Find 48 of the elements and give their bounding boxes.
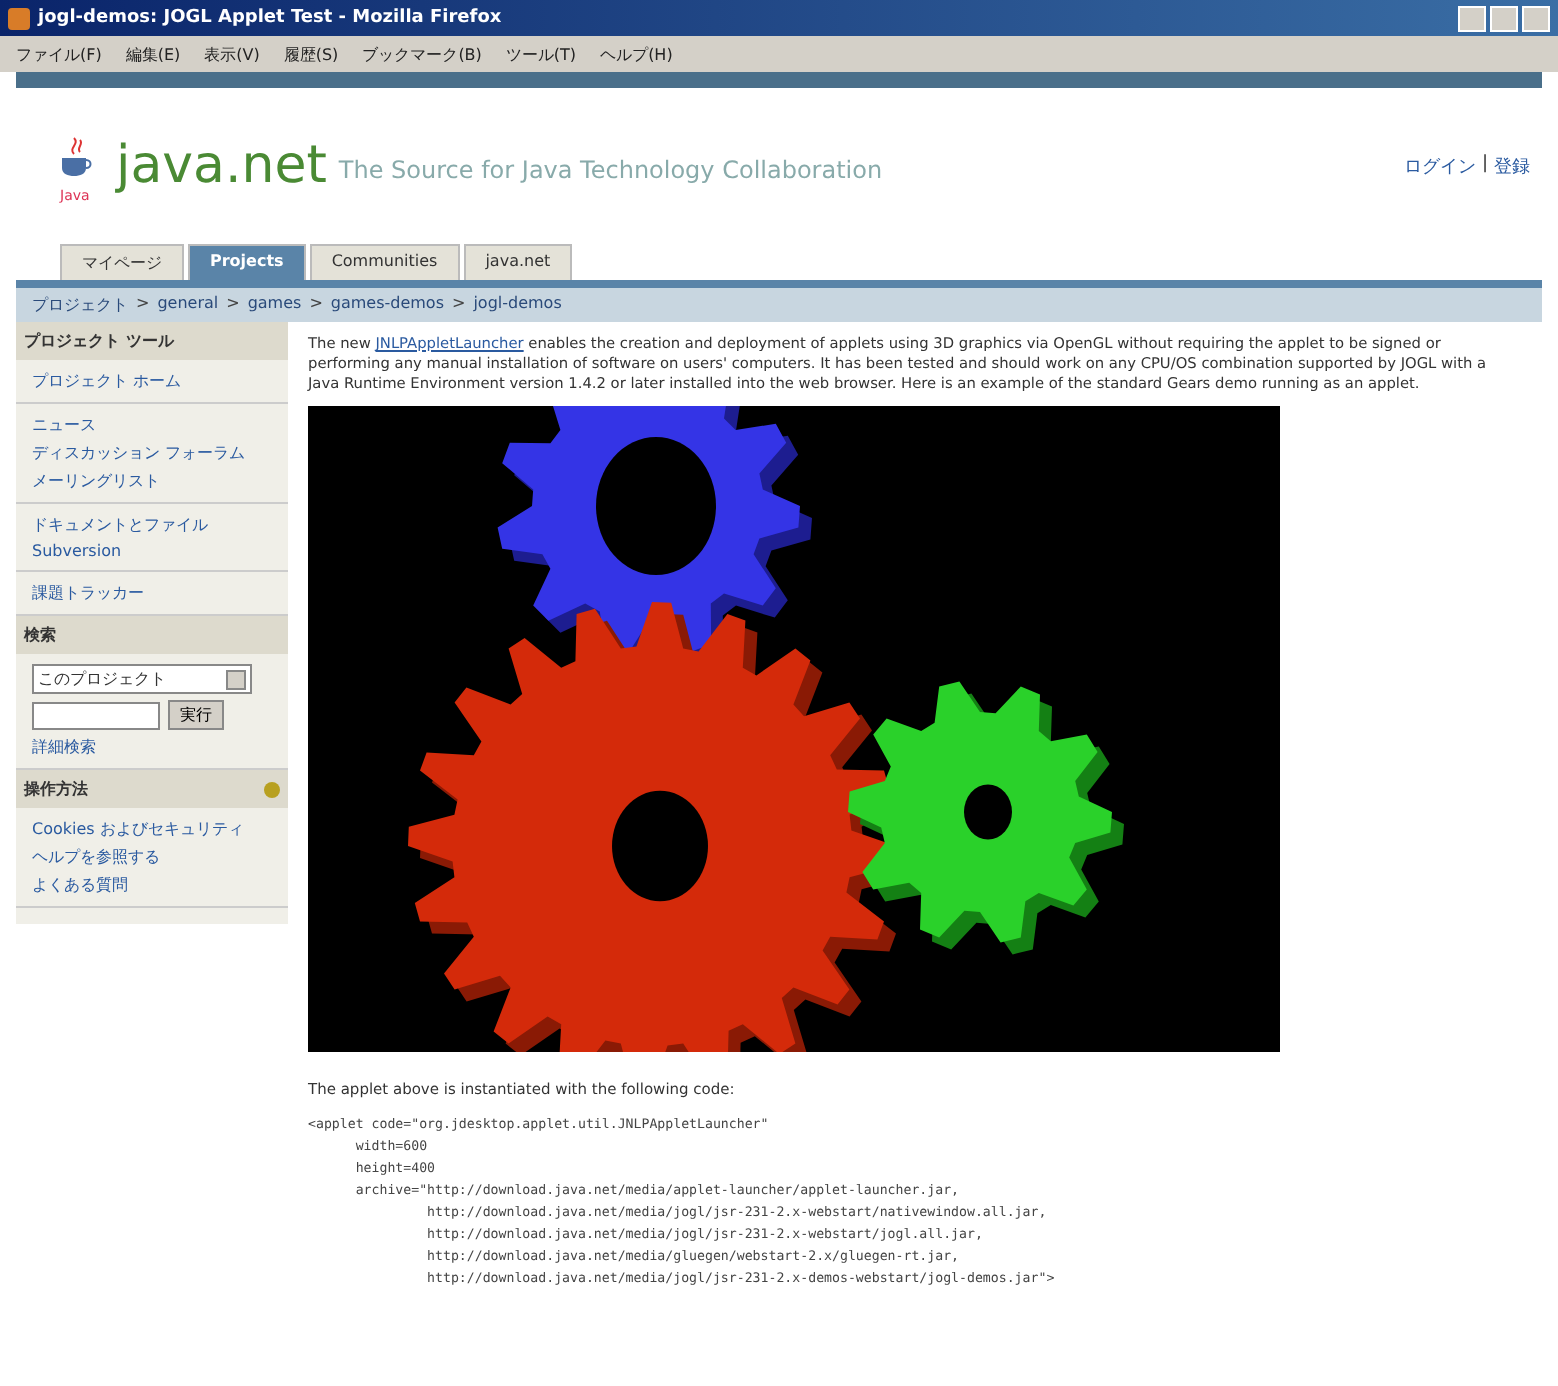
window-title: jogl-demos: JOGL Applet Test - Mozilla Firefox	[38, 8, 504, 28]
help-link[interactable]: Cookies およびセキュリティ	[32, 818, 272, 840]
tab[interactable]: Communities	[309, 244, 460, 280]
sidebar-link[interactable]: 課題トラッカー	[32, 582, 272, 604]
sidebar-link[interactable]: メーリングリスト	[32, 470, 272, 492]
header-link[interactable]: 登録	[1494, 153, 1530, 179]
breadcrumb-link[interactable]: games	[247, 294, 302, 316]
section-heading: プロジェクト ツール	[16, 322, 288, 360]
separator-text: >	[136, 294, 150, 316]
sidebar-link[interactable]: プロジェクト ホーム	[32, 370, 272, 392]
header-link[interactable]: ログイン	[1403, 153, 1476, 179]
breadcrumb-link[interactable]: jogl-demos	[473, 294, 562, 316]
separator-text: |	[1481, 153, 1488, 177]
advanced-search-link[interactable]: 詳細検索	[32, 736, 272, 758]
menu-item[interactable]: ヘルプ(H)	[600, 43, 673, 65]
maximize-button[interactable]	[1490, 5, 1518, 31]
scope-dropdown[interactable]: このプロジェクト	[32, 664, 252, 694]
browser-icon	[8, 7, 30, 29]
close-button[interactable]	[1522, 5, 1550, 31]
section-heading: 検索	[16, 616, 288, 654]
search-field[interactable]	[32, 701, 160, 729]
breadcrumb-link[interactable]: games-demos	[330, 294, 444, 316]
tab[interactable]: マイページ	[60, 244, 184, 280]
separator-text: >	[309, 294, 323, 316]
menu-item[interactable]: 表示(V)	[204, 43, 260, 65]
breadcrumb-link[interactable]: general	[157, 294, 219, 316]
breadcrumb-link[interactable]: プロジェクト	[32, 294, 128, 316]
tagline: The Source for Java Technology Collaboration	[338, 156, 885, 184]
help-link[interactable]: よくある質問	[32, 874, 272, 896]
menu-item[interactable]: ツール(T)	[505, 43, 577, 65]
menu-item[interactable]: 編集(E)	[125, 43, 181, 65]
separator-text: >	[452, 294, 466, 316]
help-link[interactable]: ヘルプを参照する	[32, 846, 272, 868]
menu-item[interactable]: ブックマーク(B)	[362, 43, 482, 65]
sidebar-link[interactable]: ディスカッション フォーラム	[32, 442, 272, 464]
menu-item[interactable]: 履歴(S)	[283, 43, 339, 65]
separator-text: >	[226, 294, 240, 316]
tab[interactable]: Projects	[188, 244, 306, 280]
menu-item[interactable]: ファイル(F)	[16, 43, 102, 65]
sidebar-link[interactable]: Subversion	[32, 542, 272, 560]
minimize-button[interactable]	[1458, 5, 1486, 31]
search-button[interactable]: 実行	[168, 700, 224, 730]
sidebar-link[interactable]: ニュース	[32, 414, 272, 436]
sidebar-link[interactable]: ドキュメントとファイル	[32, 514, 272, 536]
site-logo[interactable]: java.net	[116, 136, 327, 196]
tab[interactable]: java.net	[463, 244, 573, 280]
section-heading: 操作方法	[24, 778, 88, 800]
help-icon	[264, 781, 280, 797]
